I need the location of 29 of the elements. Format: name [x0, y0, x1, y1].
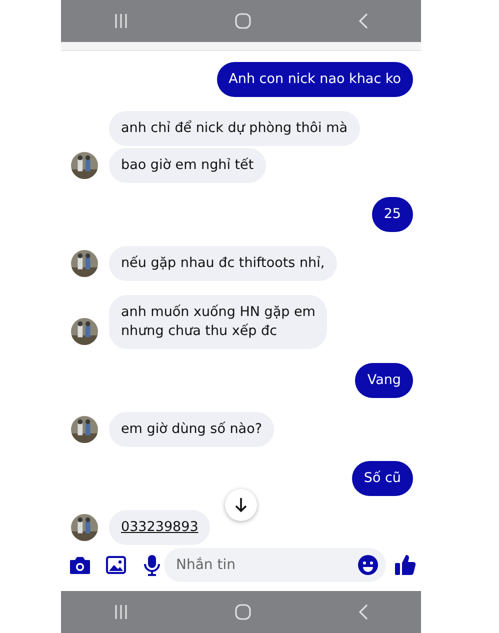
- back-icon[interactable]: [358, 13, 368, 29]
- camera-icon[interactable]: [69, 555, 91, 575]
- image-icon[interactable]: [106, 556, 126, 574]
- message-bubble: em giờ dùng số nào?: [109, 412, 274, 447]
- avatar[interactable]: [71, 152, 98, 179]
- message-input-field[interactable]: Nhắn tin: [164, 548, 386, 582]
- recent-apps-icon[interactable]: [114, 14, 128, 28]
- message-bubble: Số cũ: [352, 461, 413, 496]
- arrow-down-icon: [234, 497, 248, 513]
- message-bubble: bao giờ em nghỉ tết: [109, 148, 266, 183]
- home-icon[interactable]: [234, 13, 251, 29]
- thumbs-up-icon[interactable]: [394, 554, 416, 576]
- emoji-icon[interactable]: [358, 555, 378, 575]
- message-bubble: 25: [372, 197, 413, 232]
- avatar[interactable]: [71, 514, 98, 541]
- message-bubble: anh chỉ để nick dự phòng thôi mà: [109, 111, 360, 146]
- avatar[interactable]: [71, 318, 98, 345]
- scroll-down-button[interactable]: [225, 489, 257, 521]
- home-icon[interactable]: [234, 604, 251, 620]
- message-bubble: Anh con nick nao khac ko: [216, 62, 413, 97]
- avatar[interactable]: [71, 416, 98, 443]
- avatar[interactable]: [71, 250, 98, 277]
- recent-apps-icon[interactable]: [114, 605, 128, 619]
- message-bubble: nếu gặp nhau đc thiftoots nhỉ,: [109, 246, 337, 281]
- message-bubble: anh muốn xuống HN gặp em nhưng chưa thu xếp đc: [109, 295, 328, 349]
- phone-link[interactable]: 033239893: [109, 510, 210, 545]
- back-icon[interactable]: [358, 604, 368, 620]
- message-bubble: Vang: [355, 363, 413, 398]
- microphone-icon[interactable]: [144, 554, 160, 576]
